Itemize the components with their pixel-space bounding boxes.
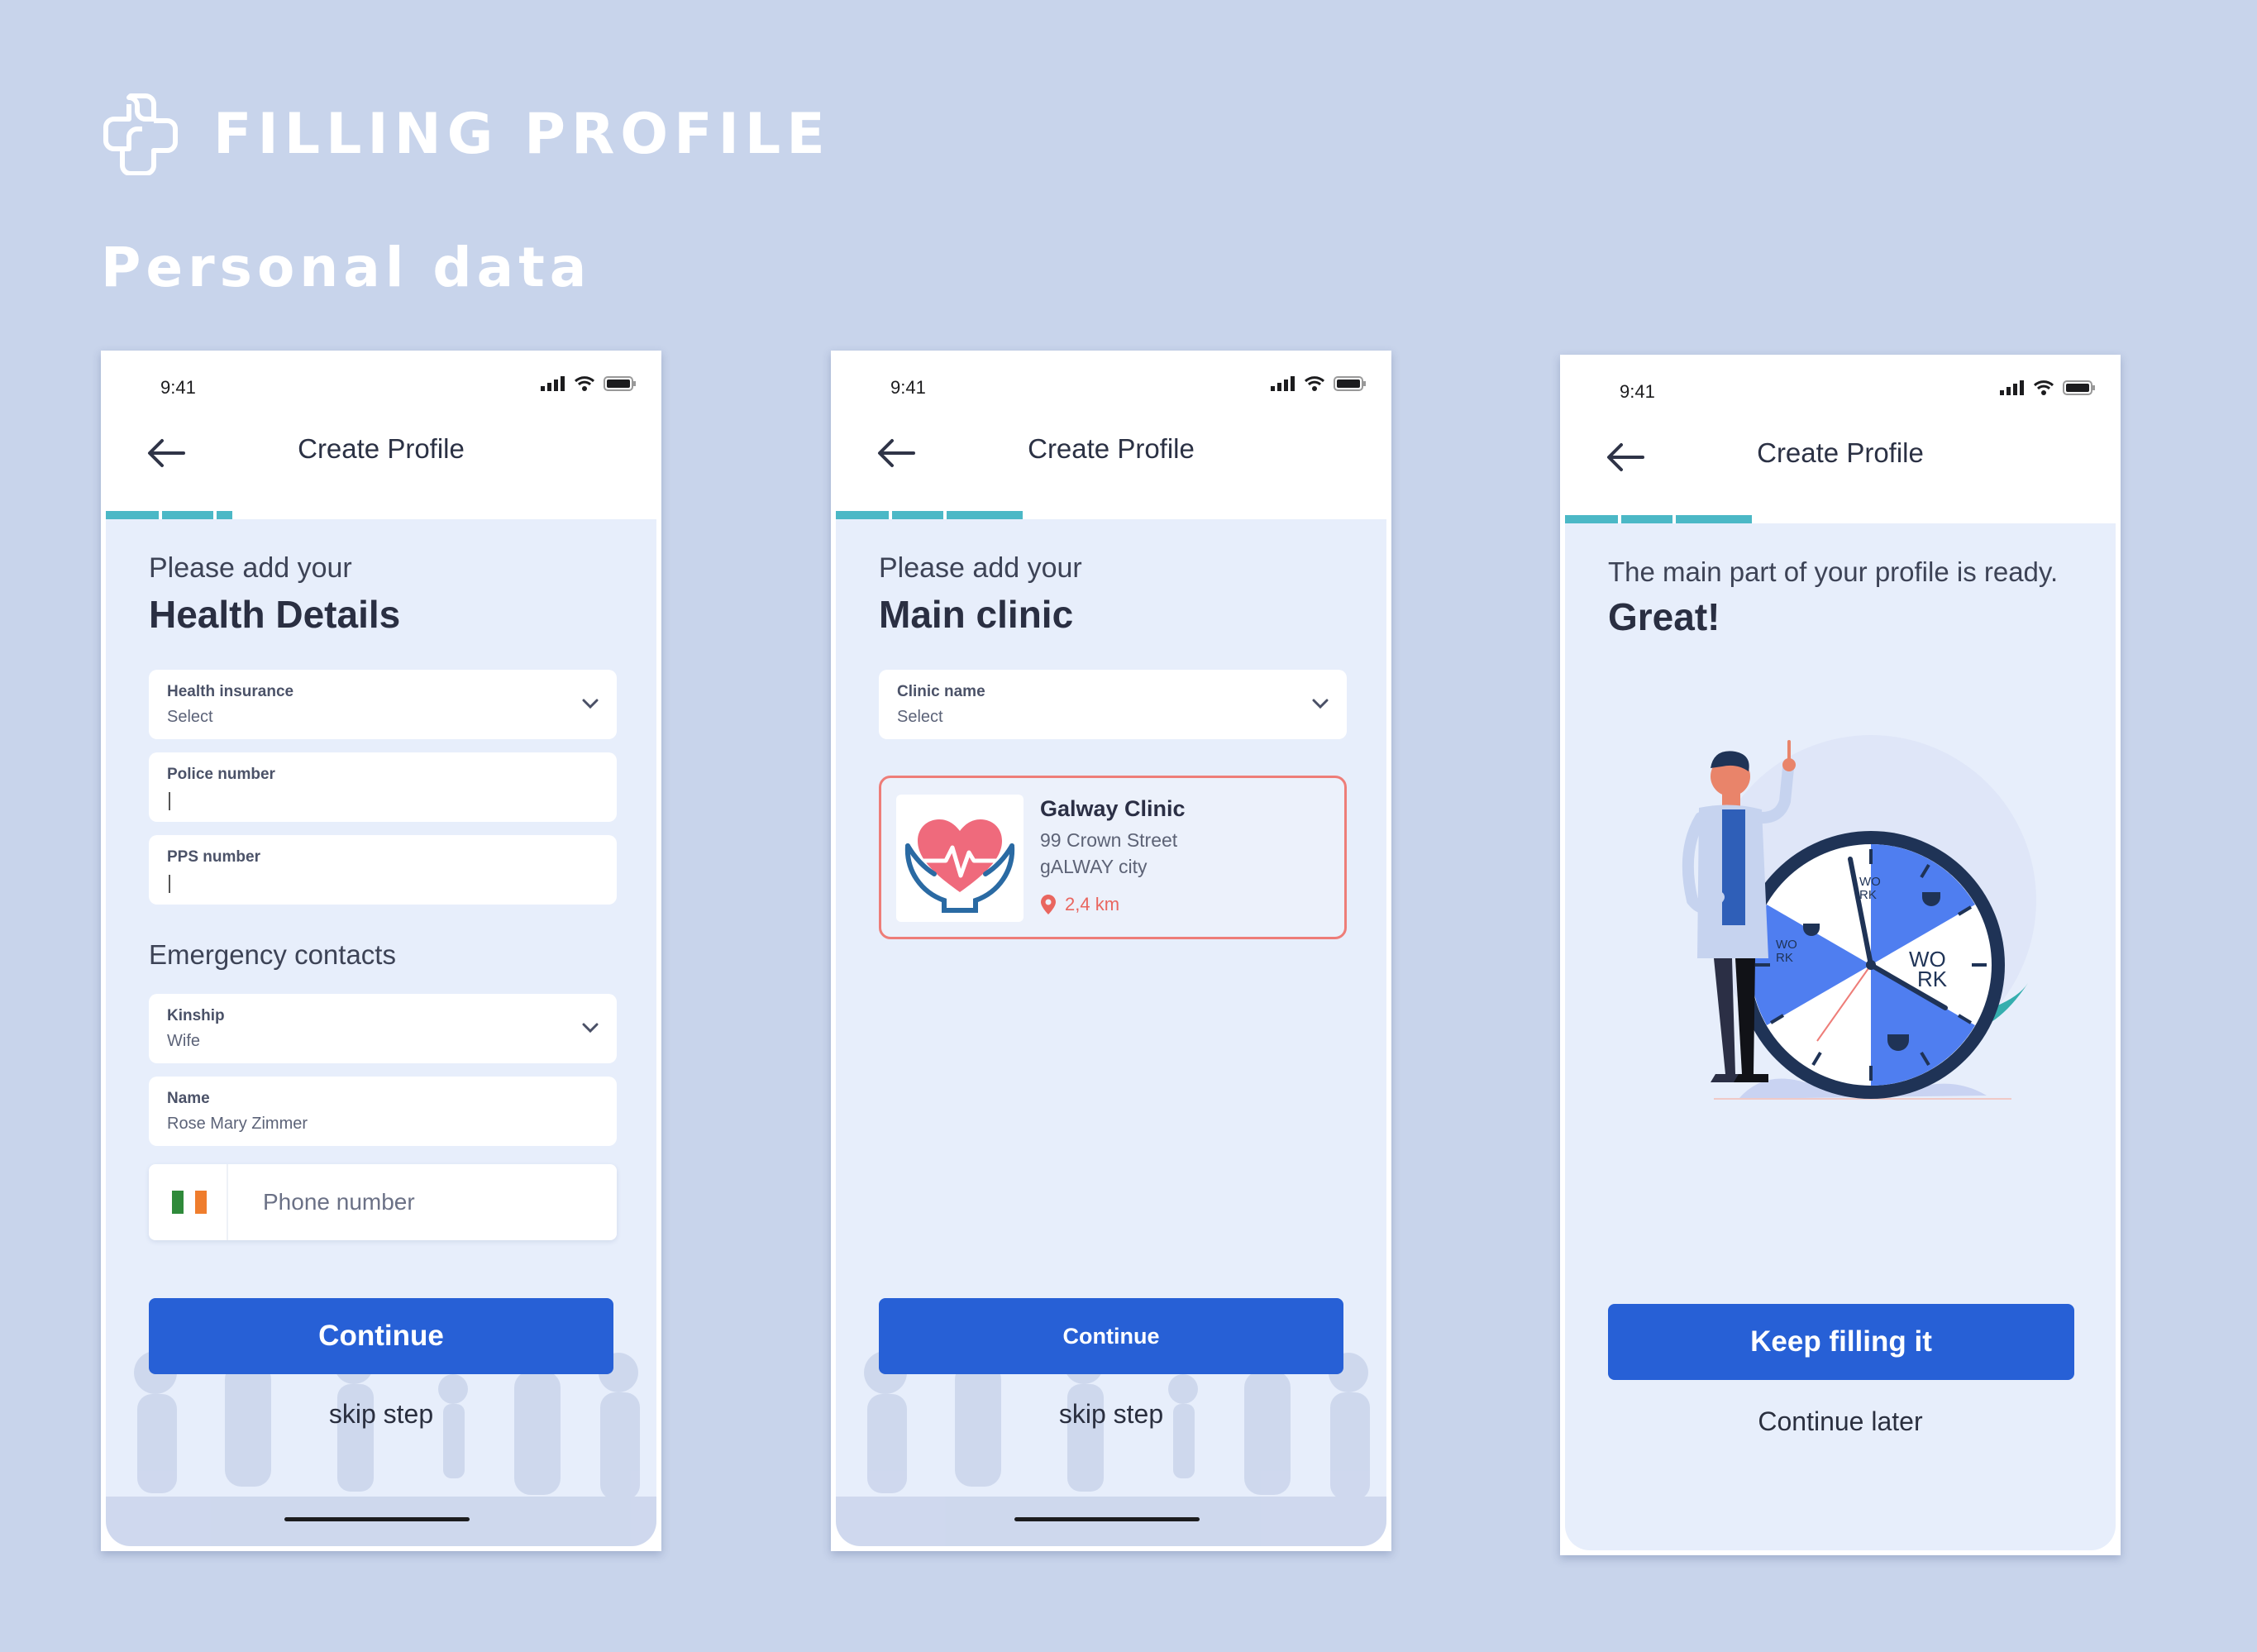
top-bar: 9:41 Create Profile [1565,355,2116,523]
clock-label: WO [1776,938,1797,952]
clinic-name-select[interactable]: Clinic name Select [879,670,1347,739]
skip-step-link[interactable]: skip step [836,1399,1386,1430]
clinic-card[interactable]: Galway Clinic 99 Crown Street gALWAY cit… [879,776,1347,939]
status-time: 9:41 [1620,381,1655,402]
battery-icon [2063,380,2095,395]
screen-title: Create Profile [1028,433,1195,464]
text-cursor [169,792,170,810]
field-label: Clinic name [897,683,985,700]
status-time: 9:41 [890,377,926,398]
kinship-select[interactable]: Kinship Wife [149,994,617,1063]
clinic-logo [896,795,1024,922]
field-label: PPS number [167,848,260,866]
screen-health-details: 9:41 Create Profile Please add your Heal… [106,351,656,1546]
phone-frame-profile-ready: 9:41 Create Profile The main part of you… [1560,355,2121,1555]
field-label: Police number [167,766,275,783]
screen-title: Create Profile [298,433,465,464]
progress-bar [106,511,656,519]
health-insurance-select[interactable]: Health insurance Select [149,670,617,739]
wifi-icon [574,376,595,391]
doctor-clock-illustration: WO RK WO RK WO RK [1682,735,2036,1100]
continue-button[interactable]: Continue [879,1298,1343,1374]
progress-segment-divider [889,511,892,519]
clinic-distance: 2,4 km [1040,894,1119,915]
contact-name-input[interactable]: Name Rose Mary Zimmer [149,1077,617,1146]
continue-later-link[interactable]: Continue later [1565,1406,2116,1437]
status-icons [2000,380,2096,396]
lead-text: Please add your [149,552,352,584]
signal-icon [1271,376,1295,391]
status-icons [1271,375,1367,392]
distance-value: 2,4 km [1065,894,1120,914]
progress-fill [1565,515,1753,523]
status-icons [541,375,637,392]
status-time: 9:41 [160,377,196,398]
progress-fill [836,511,1024,519]
keep-filling-button[interactable]: Keep filling it [1608,1304,2074,1380]
progress-segment-divider [213,511,217,519]
chevron-down-icon [582,1023,599,1034]
battery-icon [604,376,636,391]
field-label: Health insurance [167,683,294,700]
field-label: Name [167,1090,210,1107]
emergency-contacts-title: Emergency contacts [149,939,396,970]
progress-segment-divider [159,511,162,519]
progress-segment-divider [943,511,947,519]
text-cursor [169,875,170,893]
phone-frame-health-details: 9:41 Create Profile Please add your Heal… [101,351,661,1551]
location-pin-icon [1041,895,1056,914]
medical-cross-logo-icon [103,93,178,175]
progress-bar [836,511,1386,519]
clock-label: RK [1859,888,1877,902]
signal-icon [541,376,565,391]
clock-label: WO [1859,875,1881,889]
headline: Main clinic [879,593,1074,636]
clock-label: RK [1776,951,1793,965]
top-bar: 9:41 Create Profile [106,351,656,519]
page-title: FILLING PROFILE [213,101,831,167]
phone-number-field[interactable]: Phone number [149,1164,617,1240]
screen-profile-ready: 9:41 Create Profile The main part of you… [1565,355,2116,1550]
progress-bar [1565,515,2116,523]
home-indicator [284,1517,470,1521]
screen-main-clinic: 9:41 Create Profile Please add your Main… [836,351,1386,1546]
clock-label: RK [1917,967,1948,991]
clinic-name: Galway Clinic [1040,796,1186,821]
headline: Great! [1608,595,1720,638]
background-people-illustration [106,1316,656,1546]
phone-frame-main-clinic: 9:41 Create Profile Please add your Main… [831,351,1391,1551]
country-code-selector[interactable] [149,1164,228,1240]
chevron-down-icon [1312,699,1329,709]
headline: Health Details [149,593,401,636]
field-value: Wife [167,1032,200,1050]
signal-icon [2000,380,2024,395]
heart-hands-icon [904,819,1015,913]
wifi-icon [1304,376,1325,391]
battery-icon [1334,376,1366,391]
wifi-icon [2033,380,2054,395]
lead-text: Please add your [879,552,1082,584]
phone-number-placeholder[interactable]: Phone number [263,1189,415,1215]
background-people-illustration [836,1316,1386,1546]
ireland-flag-icon [172,1191,207,1214]
home-indicator [1014,1517,1200,1521]
lead-text: The main part of your profile is ready. [1608,556,2059,587]
progress-segment-divider [1672,515,1676,523]
section-title: Personal data [101,236,592,299]
skip-step-link[interactable]: skip step [106,1399,656,1430]
field-value: Select [167,708,213,726]
clinic-city: gALWAY city [1040,856,1148,877]
brand-header: FILLING PROFILE [101,93,831,175]
clinic-address: 99 Crown Street [1040,829,1178,851]
progress-segment-divider [1618,515,1621,523]
field-value: Select [897,708,943,726]
police-number-input[interactable]: Police number [149,752,617,822]
top-bar: 9:41 Create Profile [836,351,1386,519]
screen-title: Create Profile [1757,437,1924,468]
continue-button[interactable]: Continue [149,1298,613,1374]
pps-number-input[interactable]: PPS number [149,835,617,905]
field-value: Rose Mary Zimmer [167,1115,308,1133]
field-label: Kinship [167,1007,225,1024]
chevron-down-icon [582,699,599,709]
